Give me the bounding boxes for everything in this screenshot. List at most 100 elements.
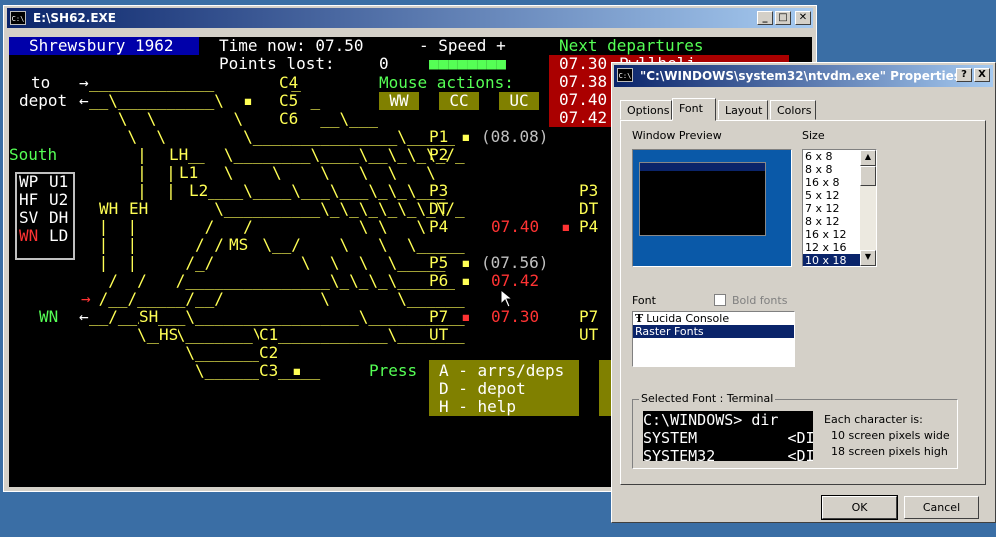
size-option[interactable]: 16 x 8 [803, 176, 860, 189]
platform-label[interactable]: P5 [429, 254, 448, 272]
tab-options[interactable]: Options [620, 100, 672, 120]
platform-info: (08.08) [481, 127, 549, 146]
properties-dialog[interactable]: C:\ "C:\WINDOWS\system32\ntvdm.exe" Prop… [611, 62, 996, 523]
signal-u1[interactable]: U1 [49, 173, 68, 191]
signal-wn[interactable]: WN [19, 227, 38, 245]
platform-info: 07.40 [491, 217, 540, 236]
window-preview [632, 149, 792, 267]
c4-label: C4 [279, 73, 299, 92]
dos-title-bar[interactable]: C:\ E:\SH62.EXE _ □ ✕ [7, 8, 813, 28]
sample-line: SYSTEM32 <DIR> [643, 447, 813, 461]
size-list: 6 x 8 8 x 8 16 x 8 5 x 12 7 x 12 8 x 12 … [803, 150, 860, 266]
press-label: Press [369, 361, 418, 380]
tab-font[interactable]: Font [672, 98, 716, 121]
signal-ld[interactable]: LD [49, 227, 68, 245]
departure-time: 07.40 [559, 90, 608, 109]
scroll-thumb[interactable] [860, 166, 876, 186]
speed-control[interactable]: - Speed + [419, 37, 506, 55]
dos-window-title: E:\SH62.EXE [33, 11, 116, 25]
size-option[interactable]: 12 x 16 [803, 241, 860, 254]
platform-marker: ▪ [461, 127, 471, 146]
size-scrollbar[interactable]: ▲ ▼ [860, 150, 876, 266]
c6-label: C6 [279, 109, 299, 128]
platform-label[interactable]: P2 [429, 146, 448, 164]
right-platform-label: P4 [579, 217, 599, 236]
cancel-button[interactable]: Cancel [904, 496, 979, 519]
size-option[interactable]: 8 x 8 [803, 163, 860, 176]
platform-label[interactable]: DT [429, 200, 448, 218]
dialog-close-button[interactable]: X [974, 68, 990, 82]
press-option-help[interactable]: H - help [439, 398, 516, 416]
mouse-button-uc[interactable]: UC [499, 92, 539, 110]
help-button[interactable]: ? [956, 68, 972, 82]
size-option-selected[interactable]: 10 x 18 [803, 254, 860, 266]
bold-fonts-checkbox[interactable] [714, 294, 726, 306]
time-now: Time now: 07.50 [219, 37, 364, 55]
scroll-up-icon[interactable]: ▲ [860, 150, 876, 166]
right-platform-label: P3 [579, 181, 599, 200]
size-option[interactable]: 8 x 12 [803, 215, 860, 228]
preview-console [639, 162, 766, 236]
dialog-title-bar[interactable]: C:\ "C:\WINDOWS\system32\ntvdm.exe" Prop… [614, 65, 993, 87]
platform-label[interactable]: UT [429, 326, 448, 344]
size-option[interactable]: 7 x 12 [803, 202, 860, 215]
maximize-button[interactable]: □ [775, 11, 791, 25]
font-label: Font [632, 294, 656, 307]
c1-label: C1 [259, 325, 279, 344]
eh-label: EH [129, 199, 149, 218]
size-listbox[interactable]: 6 x 8 8 x 8 16 x 8 5 x 12 7 x 12 8 x 12 … [802, 149, 877, 267]
size-option[interactable]: 5 x 12 [803, 189, 860, 202]
scroll-down-icon[interactable]: ▼ [860, 250, 876, 266]
platform-info: 07.42 [491, 271, 540, 290]
signal-dh[interactable]: DH [49, 209, 68, 227]
tab-layout[interactable]: Layout [718, 100, 768, 120]
sample-line: SYSTEM <DIR> [643, 429, 813, 447]
signal-u2[interactable]: U2 [49, 191, 68, 209]
signal-arrow: → [81, 289, 91, 308]
command-prompt-icon[interactable]: C:\ [10, 11, 26, 25]
truetype-icon: Ŧ [635, 312, 644, 325]
dialog-title: "C:\WINDOWS\system32\ntvdm.exe" Properti… [640, 69, 961, 83]
points-lost-value: 0 [379, 54, 389, 73]
departure-time: 07.42 [559, 108, 608, 127]
platform-info: (07.56) [481, 253, 549, 272]
font-option-label: Lucida Console [646, 312, 730, 325]
font-listbox[interactable]: Ŧ Lucida Console Raster Fonts [632, 311, 795, 367]
minimize-button[interactable]: _ [757, 11, 773, 25]
platform-label[interactable]: P6 [429, 272, 448, 290]
preview-titlebar [640, 163, 765, 171]
press-option-arrivals[interactable]: A - arrs/deps [439, 362, 564, 380]
ok-button[interactable]: OK [821, 495, 898, 520]
next-departures-heading: Next departures [559, 37, 704, 55]
press-option-depot[interactable]: D - depot [439, 380, 526, 398]
size-label: Size [802, 129, 825, 142]
font-option[interactable]: Ŧ Lucida Console [633, 312, 794, 325]
points-lost-label: Points lost: [219, 54, 335, 73]
right-platform-label: DT [579, 199, 599, 218]
ms-label: MS [229, 235, 249, 254]
platform-label[interactable]: P3 [429, 182, 448, 200]
south-label: South [9, 145, 58, 164]
platform-info: 07.30 [491, 307, 540, 326]
size-option[interactable]: 6 x 8 [803, 150, 860, 163]
c3-label: C3 [259, 361, 279, 380]
platform-marker: ▪ [461, 271, 471, 290]
signal-hf[interactable]: HF [19, 191, 38, 209]
sh-label: SH [139, 307, 159, 326]
platform-label[interactable]: P7 [429, 308, 448, 326]
close-button[interactable]: ✕ [795, 11, 811, 25]
window-preview-label: Window Preview [632, 129, 722, 142]
mouse-cursor-icon [501, 290, 513, 308]
platform-label[interactable]: P1 [429, 128, 448, 146]
font-option-selected[interactable]: Raster Fonts [633, 325, 794, 338]
c5-label: C5 [279, 91, 299, 110]
hs-label: HS [159, 325, 179, 344]
wh-label: WH [99, 199, 119, 218]
platform-marker: ▪ [561, 217, 571, 236]
signal-wp[interactable]: WP [19, 173, 38, 191]
signal-sv[interactable]: SV [19, 209, 38, 227]
platform-label[interactable]: P4 [429, 218, 448, 236]
platform-marker: ▪ [461, 253, 471, 272]
size-option[interactable]: 16 x 12 [803, 228, 860, 241]
tab-colors[interactable]: Colors [770, 100, 816, 120]
